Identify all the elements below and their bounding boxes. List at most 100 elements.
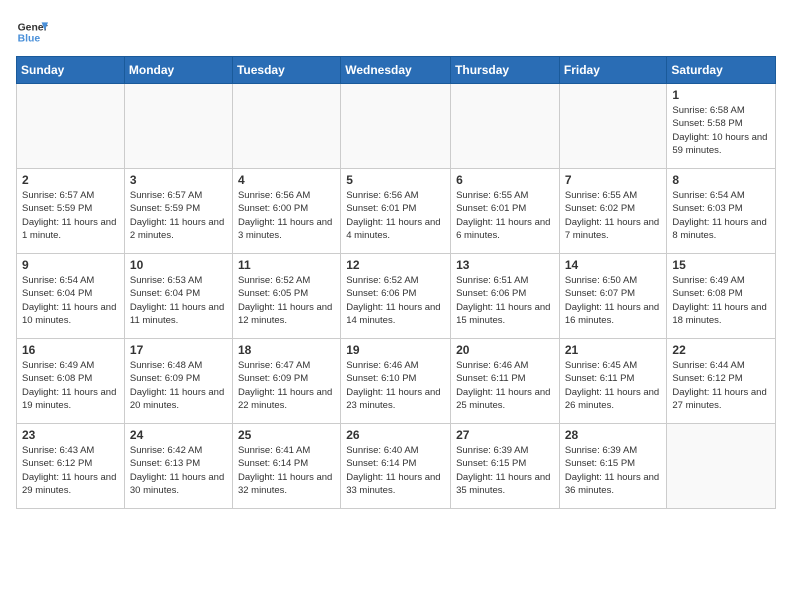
- page-header: General Blue: [16, 16, 776, 48]
- calendar-week-row: 16 Sunrise: 6:49 AM Sunset: 6:08 PM Dayli…: [17, 339, 776, 424]
- calendar-day-cell: 18 Sunrise: 6:47 AM Sunset: 6:09 PM Dayli…: [232, 339, 340, 424]
- day-info: Sunrise: 6:53 AM Sunset: 6:04 PM Dayligh…: [130, 274, 227, 327]
- calendar-day-cell: [341, 84, 451, 169]
- day-number: 14: [565, 258, 662, 272]
- calendar-day-cell: 17Sunrise: 6:48 AM Sunset: 6:09 PM Dayli…: [124, 339, 232, 424]
- day-info: Sunrise: 6:40 AM Sunset: 6:14 PM Dayligh…: [346, 444, 445, 497]
- day-info: Sunrise: 6:52 AM Sunset: 6:05 PM Dayligh…: [238, 274, 335, 327]
- calendar-day-cell: 1 Sunrise: 6:58 AM Sunset: 5:58 PM Daylig…: [667, 84, 776, 169]
- svg-text:Blue: Blue: [18, 34, 41, 45]
- calendar-day-cell: 5 Sunrise: 6:56 AM Sunset: 6:01 PM Daylig…: [341, 169, 451, 254]
- day-info: Sunrise: 6:56 AM Sunset: 6:00 PM Dayligh…: [238, 189, 335, 242]
- day-info: Sunrise: 6:58 AM Sunset: 5:58 PM Dayligh…: [672, 104, 770, 157]
- day-number: 20: [456, 343, 554, 357]
- day-number: 4: [238, 173, 335, 187]
- weekday-header-row: SundayMondayTuesdayWednesdayThursdayFrid…: [17, 57, 776, 84]
- day-info: Sunrise: 6:55 AM Sunset: 6:02 PM Dayligh…: [565, 189, 662, 242]
- calendar-week-row: 1 Sunrise: 6:58 AM Sunset: 5:58 PM Daylig…: [17, 84, 776, 169]
- calendar-day-cell: [559, 84, 667, 169]
- day-info: Sunrise: 6:57 AM Sunset: 5:59 PM Dayligh…: [130, 189, 227, 242]
- calendar-day-cell: [17, 84, 125, 169]
- day-info: Sunrise: 6:51 AM Sunset: 6:06 PM Dayligh…: [456, 274, 554, 327]
- day-info: Sunrise: 6:47 AM Sunset: 6:09 PM Dayligh…: [238, 359, 335, 412]
- weekday-header-wednesday: Wednesday: [341, 57, 451, 84]
- weekday-header-friday: Friday: [559, 57, 667, 84]
- day-number: 5: [346, 173, 445, 187]
- day-info: Sunrise: 6:48 AM Sunset: 6:09 PM Dayligh…: [130, 359, 227, 412]
- day-info: Sunrise: 6:52 AM Sunset: 6:06 PM Dayligh…: [346, 274, 445, 327]
- calendar-day-cell: 24 Sunrise: 6:42 AM Sunset: 6:13 PM Dayli…: [124, 424, 232, 509]
- day-number: 22: [672, 343, 770, 357]
- calendar-day-cell: 19Sunrise: 6:46 AM Sunset: 6:10 PM Dayli…: [341, 339, 451, 424]
- day-info: Sunrise: 6:49 AM Sunset: 6:08 PM Dayligh…: [672, 274, 770, 327]
- weekday-header-tuesday: Tuesday: [232, 57, 340, 84]
- weekday-header-sunday: Sunday: [17, 57, 125, 84]
- calendar-week-row: 9 Sunrise: 6:54 AM Sunset: 6:04 PM Daylig…: [17, 254, 776, 339]
- day-info: Sunrise: 6:57 AM Sunset: 5:59 PM Dayligh…: [22, 189, 119, 242]
- calendar-day-cell: 3 Sunrise: 6:57 AM Sunset: 5:59 PM Daylig…: [124, 169, 232, 254]
- calendar-day-cell: 22 Sunrise: 6:44 AM Sunset: 6:12 PM Dayli…: [667, 339, 776, 424]
- day-number: 24: [130, 428, 227, 442]
- calendar-day-cell: 27 Sunrise: 6:39 AM Sunset: 6:15 PM Dayli…: [451, 424, 560, 509]
- day-number: 13: [456, 258, 554, 272]
- day-number: 9: [22, 258, 119, 272]
- day-info: Sunrise: 6:43 AM Sunset: 6:12 PM Dayligh…: [22, 444, 119, 497]
- calendar-day-cell: 7 Sunrise: 6:55 AM Sunset: 6:02 PM Daylig…: [559, 169, 667, 254]
- day-info: Sunrise: 6:54 AM Sunset: 6:03 PM Dayligh…: [672, 189, 770, 242]
- calendar-day-cell: 11 Sunrise: 6:52 AM Sunset: 6:05 PM Dayli…: [232, 254, 340, 339]
- day-info: Sunrise: 6:50 AM Sunset: 6:07 PM Dayligh…: [565, 274, 662, 327]
- calendar-day-cell: 12 Sunrise: 6:52 AM Sunset: 6:06 PM Dayli…: [341, 254, 451, 339]
- day-number: 11: [238, 258, 335, 272]
- day-info: Sunrise: 6:45 AM Sunset: 6:11 PM Dayligh…: [565, 359, 662, 412]
- day-number: 16: [22, 343, 119, 357]
- day-number: 2: [22, 173, 119, 187]
- calendar-day-cell: 10 Sunrise: 6:53 AM Sunset: 6:04 PM Dayli…: [124, 254, 232, 339]
- day-number: 12: [346, 258, 445, 272]
- day-number: 6: [456, 173, 554, 187]
- day-number: 28: [565, 428, 662, 442]
- day-info: Sunrise: 6:56 AM Sunset: 6:01 PM Dayligh…: [346, 189, 445, 242]
- calendar-day-cell: 4 Sunrise: 6:56 AM Sunset: 6:00 PM Daylig…: [232, 169, 340, 254]
- calendar-day-cell: 28 Sunrise: 6:39 AM Sunset: 6:15 PM Dayli…: [559, 424, 667, 509]
- calendar-table: SundayMondayTuesdayWednesdayThursdayFrid…: [16, 56, 776, 509]
- calendar-day-cell: 13 Sunrise: 6:51 AM Sunset: 6:06 PM Dayli…: [451, 254, 560, 339]
- day-info: Sunrise: 6:46 AM Sunset: 6:11 PM Dayligh…: [456, 359, 554, 412]
- day-info: Sunrise: 6:41 AM Sunset: 6:14 PM Dayligh…: [238, 444, 335, 497]
- day-info: Sunrise: 6:39 AM Sunset: 6:15 PM Dayligh…: [565, 444, 662, 497]
- calendar-day-cell: 15Sunrise: 6:49 AM Sunset: 6:08 PM Dayli…: [667, 254, 776, 339]
- logo-icon: General Blue: [16, 16, 48, 48]
- day-number: 27: [456, 428, 554, 442]
- calendar-day-cell: [124, 84, 232, 169]
- day-number: 1: [672, 88, 770, 102]
- weekday-header-saturday: Saturday: [667, 57, 776, 84]
- day-info: Sunrise: 6:44 AM Sunset: 6:12 PM Dayligh…: [672, 359, 770, 412]
- day-info: Sunrise: 6:54 AM Sunset: 6:04 PM Dayligh…: [22, 274, 119, 327]
- weekday-header-thursday: Thursday: [451, 57, 560, 84]
- day-number: 19: [346, 343, 445, 357]
- day-info: Sunrise: 6:55 AM Sunset: 6:01 PM Dayligh…: [456, 189, 554, 242]
- calendar-day-cell: 23Sunrise: 6:43 AM Sunset: 6:12 PM Dayli…: [17, 424, 125, 509]
- day-number: 8: [672, 173, 770, 187]
- weekday-header-monday: Monday: [124, 57, 232, 84]
- calendar-day-cell: 14 Sunrise: 6:50 AM Sunset: 6:07 PM Dayli…: [559, 254, 667, 339]
- calendar-day-cell: 20 Sunrise: 6:46 AM Sunset: 6:11 PM Dayli…: [451, 339, 560, 424]
- day-number: 10: [130, 258, 227, 272]
- day-number: 7: [565, 173, 662, 187]
- calendar-week-row: 2 Sunrise: 6:57 AM Sunset: 5:59 PM Daylig…: [17, 169, 776, 254]
- calendar-week-row: 23Sunrise: 6:43 AM Sunset: 6:12 PM Dayli…: [17, 424, 776, 509]
- calendar-day-cell: [667, 424, 776, 509]
- calendar-day-cell: 6 Sunrise: 6:55 AM Sunset: 6:01 PM Daylig…: [451, 169, 560, 254]
- day-number: 26: [346, 428, 445, 442]
- day-number: 18: [238, 343, 335, 357]
- calendar-day-cell: 26 Sunrise: 6:40 AM Sunset: 6:14 PM Dayli…: [341, 424, 451, 509]
- calendar-day-cell: 16 Sunrise: 6:49 AM Sunset: 6:08 PM Dayli…: [17, 339, 125, 424]
- day-number: 21: [565, 343, 662, 357]
- day-number: 3: [130, 173, 227, 187]
- calendar-day-cell: 21 Sunrise: 6:45 AM Sunset: 6:11 PM Dayli…: [559, 339, 667, 424]
- day-number: 25: [238, 428, 335, 442]
- day-info: Sunrise: 6:42 AM Sunset: 6:13 PM Dayligh…: [130, 444, 227, 497]
- calendar-day-cell: 8 Sunrise: 6:54 AM Sunset: 6:03 PM Daylig…: [667, 169, 776, 254]
- day-info: Sunrise: 6:39 AM Sunset: 6:15 PM Dayligh…: [456, 444, 554, 497]
- day-info: Sunrise: 6:49 AM Sunset: 6:08 PM Dayligh…: [22, 359, 119, 412]
- logo: General Blue: [16, 16, 48, 48]
